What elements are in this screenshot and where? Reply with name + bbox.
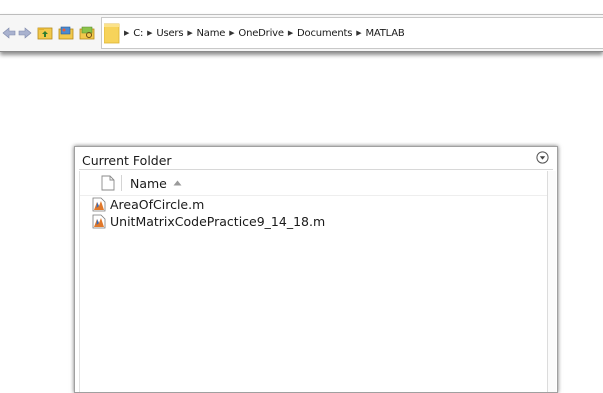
folder-icon	[104, 22, 120, 44]
forward-arrow-icon[interactable]	[18, 26, 32, 40]
list-header: Name	[80, 171, 547, 196]
panel-divider	[79, 169, 553, 170]
breadcrumb-name[interactable]: Name	[197, 28, 226, 39]
panel-actions-icon[interactable]	[536, 151, 549, 164]
vertical-scrollbar[interactable]	[547, 171, 556, 392]
file-type-column-icon[interactable]	[101, 175, 115, 191]
sort-ascending-icon[interactable]	[173, 180, 182, 186]
matlab-script-icon	[92, 214, 106, 229]
file-name: AreaOfCircle.m	[110, 197, 205, 212]
file-list: Name AreaOfCircle.m UnitMatrixCodePracti…	[79, 171, 556, 392]
address-bar[interactable]: ▶ C: ▶ Users ▶ Name ▶ OneDrive ▶ Documen…	[101, 17, 603, 49]
breadcrumb-separator-icon: ▶	[287, 29, 294, 37]
breadcrumb-onedrive[interactable]: OneDrive	[238, 28, 284, 39]
breadcrumb-drive[interactable]: C:	[133, 28, 143, 39]
name-column-header[interactable]: Name	[130, 176, 167, 191]
breadcrumb-separator-icon: ▶	[124, 29, 130, 37]
breadcrumb-documents[interactable]: Documents	[297, 28, 352, 39]
back-arrow-icon[interactable]	[2, 26, 16, 40]
breadcrumb-matlab[interactable]: MATLAB	[365, 28, 404, 39]
breadcrumb-users[interactable]: Users	[156, 28, 183, 39]
breadcrumb-separator-icon: ▶	[187, 29, 193, 37]
file-row[interactable]: AreaOfCircle.m	[80, 196, 547, 213]
browse-folder-icon[interactable]	[58, 25, 74, 41]
breadcrumb-separator-icon: ▶	[356, 29, 362, 37]
file-name: UnitMatrixCodePractice9_14_18.m	[110, 214, 326, 229]
current-folder-panel: Current Folder Name AreaOfCircle.m UnitM…	[74, 146, 558, 393]
breadcrumb-separator-icon: ▶	[147, 29, 153, 37]
path-toolbar: ▶ C: ▶ Users ▶ Name ▶ OneDrive ▶ Documen…	[0, 14, 603, 52]
panel-title: Current Folder	[82, 153, 172, 168]
column-separator	[121, 175, 122, 191]
search-folder-icon[interactable]	[79, 25, 95, 41]
up-folder-icon[interactable]	[37, 25, 53, 41]
file-row[interactable]: UnitMatrixCodePractice9_14_18.m	[80, 213, 547, 230]
matlab-script-icon	[92, 197, 106, 212]
breadcrumb-separator-icon: ▶	[229, 29, 235, 37]
